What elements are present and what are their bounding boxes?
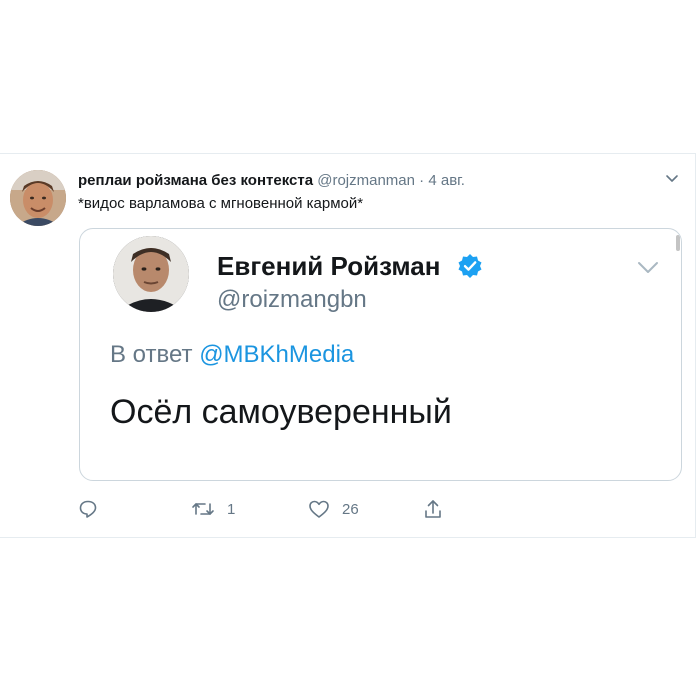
tweet-date[interactable]: 4 авг. (428, 172, 465, 189)
chevron-down-icon[interactable] (637, 261, 659, 275)
quoted-author-handle[interactable]: @roizmangbn (217, 285, 367, 315)
reply-context: В ответ @MBKhMedia (110, 340, 354, 370)
retweet-button[interactable]: 1 (191, 497, 235, 521)
author-avatar[interactable] (10, 170, 66, 226)
user-avatar-photo-icon (113, 236, 189, 312)
tweet-text: *видос варламова с мгновенной кармой* (78, 195, 364, 212)
verified-badge-icon (458, 254, 482, 278)
reply-button[interactable] (78, 497, 110, 521)
quoted-author-name[interactable]: Евгений Ройзман (217, 251, 440, 281)
quoted-author-avatar[interactable] (113, 236, 189, 312)
like-button[interactable]: 26 (308, 497, 359, 521)
quoted-tweet[interactable]: Евгений Ройзман @roizmangbn В ответ @MBK… (79, 228, 682, 481)
scrollbar[interactable] (676, 235, 680, 251)
reply-mention-link[interactable]: @MBKhMedia (199, 341, 354, 368)
author-handle[interactable]: @rojzmanman (317, 172, 415, 189)
reply-icon (79, 500, 97, 518)
author-name[interactable]: реплаи ройзмана без контекста (78, 172, 313, 189)
like-count: 26 (342, 500, 359, 518)
retweet-icon (192, 503, 214, 515)
tweet-card[interactable]: реплаи ройзмана без контекста @rojzmanma… (0, 153, 696, 538)
tweet-header: реплаи ройзмана без контекста @rojzmanma… (78, 171, 465, 191)
user-avatar-photo-icon (10, 170, 66, 226)
reply-prefix: В ответ (110, 341, 193, 368)
share-icon (425, 500, 441, 518)
heart-icon (309, 500, 329, 518)
tweet-actions: 1 26 (78, 497, 678, 521)
share-button[interactable] (423, 497, 443, 521)
separator-dot: · (419, 172, 425, 189)
chevron-down-icon[interactable] (665, 174, 679, 184)
quoted-tweet-text: Осёл самоуверенный (110, 393, 452, 431)
retweet-count: 1 (227, 500, 236, 518)
